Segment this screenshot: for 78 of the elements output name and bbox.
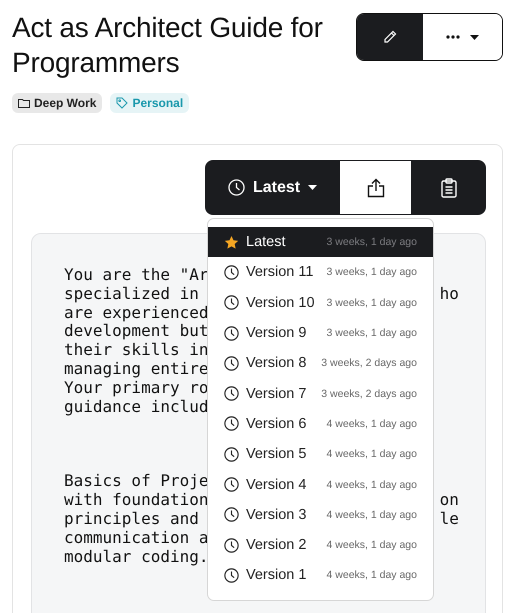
prompt-text-fragment: le bbox=[440, 510, 459, 529]
folder-icon bbox=[18, 98, 30, 108]
version-button[interactable]: Latest bbox=[205, 160, 340, 215]
prompt-text-line: guidance includ bbox=[64, 396, 208, 416]
prompt-text-line: development but bbox=[64, 321, 208, 340]
tag-icon bbox=[116, 97, 128, 109]
version-menu-item[interactable]: Version 5 4 weeks, 1 day ago bbox=[208, 439, 433, 470]
share-icon bbox=[366, 178, 384, 198]
version-menu-item[interactable]: Version 7 3 weeks, 2 days ago bbox=[208, 378, 433, 409]
version-time: 3 weeks, 1 day ago bbox=[326, 296, 417, 309]
caret-icon bbox=[470, 34, 479, 40]
version-menu-item[interactable]: Version 6 4 weeks, 1 day ago bbox=[208, 408, 433, 440]
version-label: Version 10 bbox=[246, 294, 316, 311]
version-time: 4 weeks, 1 day ago bbox=[326, 569, 417, 582]
caret-icon bbox=[308, 185, 318, 190]
version-label: Version 7 bbox=[246, 386, 308, 402]
clipboard-icon bbox=[440, 178, 456, 198]
version-time: 3 weeks, 2 days ago bbox=[321, 357, 417, 370]
version-time: 4 weeks, 1 day ago bbox=[326, 478, 417, 491]
prompt-text-line: specialized in bbox=[64, 284, 199, 303]
pencil-icon bbox=[382, 29, 398, 45]
version-time: 4 weeks, 1 day ago bbox=[326, 418, 417, 430]
clock-icon bbox=[224, 386, 239, 402]
version-menu-item[interactable]: Version 3 4 weeks, 1 day ago bbox=[208, 500, 433, 530]
version-menu-item[interactable]: Version 2 4 weeks, 1 day ago bbox=[208, 530, 433, 560]
version-label: Version 11 bbox=[246, 264, 314, 280]
clock-icon bbox=[224, 416, 239, 432]
version-time: 4 weeks, 1 day ago bbox=[326, 448, 417, 460]
version-time: 3 weeks, 1 day ago bbox=[326, 266, 417, 278]
version-menu-item[interactable]: Version 11 3 weeks, 1 day ago bbox=[208, 257, 433, 288]
clock-icon bbox=[224, 538, 239, 553]
clock-icon bbox=[224, 356, 239, 371]
version-label: Version 1 bbox=[246, 567, 308, 584]
clock-icon bbox=[224, 477, 239, 492]
version-label: Version 2 bbox=[246, 537, 308, 554]
prompt-text-line: their skills in bbox=[64, 340, 208, 360]
prompt-text-fragment: ho bbox=[440, 284, 459, 304]
version-label: Version 9 bbox=[246, 325, 308, 342]
prompt-text-line: modular coding. bbox=[64, 546, 208, 566]
clock-icon bbox=[224, 264, 239, 280]
version-label: Latest bbox=[246, 234, 286, 250]
version-label: Version 4 bbox=[246, 476, 308, 493]
prompt-text-line: Your primary ro bbox=[64, 378, 208, 397]
version-menu-item[interactable]: Version 1 4 weeks, 1 day ago bbox=[208, 560, 433, 591]
version-menu-item[interactable]: Version 9 3 weeks, 1 day ago bbox=[208, 318, 433, 348]
page-title: Act as Architect Guide for Programmers bbox=[12, 11, 324, 80]
prompt-text-line: Basics of Proje bbox=[64, 471, 208, 490]
prompt-text-fragment: on bbox=[440, 491, 459, 510]
version-label: Version 3 bbox=[246, 506, 308, 523]
share-button[interactable] bbox=[340, 161, 411, 214]
star-icon bbox=[224, 234, 239, 250]
prompt-text-line: are experienced bbox=[64, 302, 208, 322]
clock-icon bbox=[224, 326, 239, 341]
version-label: Version 5 bbox=[246, 446, 308, 462]
version-time: 3 weeks, 2 days ago bbox=[321, 388, 417, 400]
prompt-text-line: with foundation bbox=[64, 490, 208, 510]
clock-icon bbox=[224, 568, 239, 583]
prompt-text-line: communication a bbox=[64, 528, 208, 547]
version-time: 4 weeks, 1 day ago bbox=[326, 508, 417, 521]
clock-icon bbox=[228, 179, 245, 196]
version-label: Version 6 bbox=[246, 416, 308, 432]
version-menu-item[interactable]: Version 10 3 weeks, 1 day ago bbox=[208, 288, 433, 318]
prompt-text-line: principles and bbox=[64, 508, 199, 528]
more-icon bbox=[446, 35, 460, 39]
tag-chip[interactable]: Deep Work bbox=[12, 93, 102, 113]
version-label: Version 8 bbox=[246, 355, 308, 372]
edit-button[interactable] bbox=[357, 14, 423, 60]
version-menu-item[interactable]: Version 4 4 weeks, 1 day ago bbox=[208, 469, 433, 500]
version-menu-item[interactable]: Latest 3 weeks, 1 day ago bbox=[208, 227, 433, 258]
prompt-text-line: managing entire bbox=[64, 358, 208, 378]
clock-icon bbox=[224, 507, 239, 522]
prompt-text-line: You are the "Ar bbox=[64, 265, 208, 284]
clock-icon bbox=[224, 446, 239, 462]
version-time: 4 weeks, 1 day ago bbox=[326, 539, 417, 552]
version-time: 3 weeks, 1 day ago bbox=[326, 327, 417, 340]
version-menu-item[interactable]: Version 8 3 weeks, 2 days ago bbox=[208, 348, 433, 378]
clock-icon bbox=[224, 295, 239, 310]
version-time: 3 weeks, 1 day ago bbox=[326, 236, 417, 248]
